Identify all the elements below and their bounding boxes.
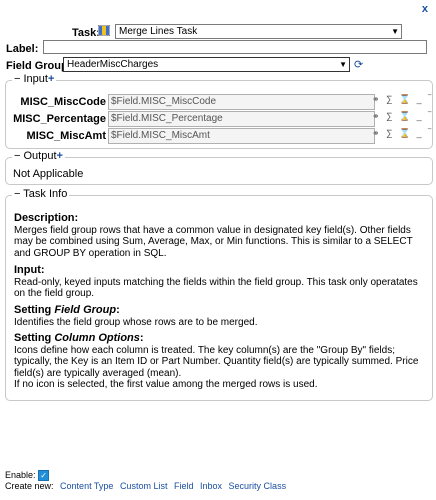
- input-info-block: Input: Read-only, keyed inputs matching …: [14, 264, 424, 300]
- output-section-legend: − Output+: [12, 150, 65, 162]
- create-content-type-link[interactable]: Content Type: [60, 481, 113, 491]
- collapse-icon[interactable]: −: [14, 188, 20, 200]
- description-block: Description: Merges field group rows tha…: [14, 212, 424, 259]
- input-section-legend: − Input+: [12, 73, 57, 85]
- column-options-info-heading: Setting Column Options:: [14, 332, 144, 344]
- task-icon: [97, 24, 111, 37]
- task-label: Task:: [72, 27, 100, 39]
- description-text: Merges field group rows that have a comm…: [14, 224, 413, 259]
- field-group-info-heading: Setting Field Group:: [14, 304, 120, 316]
- label-field-label: Label:: [6, 43, 39, 55]
- output-text: Not Applicable: [13, 168, 84, 180]
- field-group-value: HeaderMiscCharges: [67, 59, 159, 70]
- input-row-value[interactable]: $Field.MISC_MiscAmt: [108, 128, 375, 144]
- column-option-icons[interactable]: ⚭ ∑ ⌛ _ ‾: [372, 128, 433, 139]
- description-heading: Description:: [14, 212, 79, 224]
- task-info-title: Task Info: [23, 188, 68, 200]
- column-option-icons[interactable]: ⚭ ∑ ⌛ _ ‾: [372, 111, 433, 122]
- input-row-label: MISC_MiscCode: [20, 96, 106, 108]
- label-input[interactable]: [43, 40, 427, 54]
- add-output-icon[interactable]: +: [57, 150, 63, 162]
- add-input-icon[interactable]: +: [48, 73, 54, 85]
- collapse-icon[interactable]: −: [14, 73, 20, 85]
- field-group-info-text: Identifies the field group whose rows ar…: [14, 316, 258, 328]
- field-group-info-block: Setting Field Group: Identifies the fiel…: [14, 304, 424, 328]
- collapse-icon[interactable]: −: [14, 150, 20, 162]
- chevron-down-icon: ▼: [391, 27, 399, 36]
- column-option-icons[interactable]: ⚭ ∑ ⌛ _ ‾: [372, 94, 433, 105]
- task-select[interactable]: Merge Lines Task ▼: [115, 24, 402, 39]
- field-group-select[interactable]: HeaderMiscCharges ▼: [63, 57, 350, 72]
- create-custom-list-link[interactable]: Custom List: [120, 481, 168, 491]
- output-section-title: Output: [23, 150, 57, 162]
- column-options-info-block: Setting Column Options: Icons define how…: [14, 332, 424, 391]
- task-select-value: Merge Lines Task: [119, 26, 198, 37]
- input-row-value[interactable]: $Field.MISC_MiscCode: [108, 94, 375, 110]
- create-new-row: Create new: Content Type Custom List Fie…: [5, 481, 286, 491]
- input-row-value[interactable]: $Field.MISC_Percentage: [108, 111, 375, 127]
- enable-row: Enable: ✓: [5, 470, 50, 482]
- close-icon[interactable]: x: [422, 3, 428, 15]
- column-options-info-text: Icons define how each column is treated.…: [14, 344, 419, 379]
- enable-checkbox[interactable]: ✓: [38, 470, 50, 482]
- task-info-legend: − Task Info: [12, 188, 70, 200]
- input-section-title: Input: [23, 73, 48, 85]
- refresh-icon[interactable]: ⟳: [354, 58, 363, 71]
- create-inbox-link[interactable]: Inbox: [200, 481, 222, 491]
- field-group-label: Field Group: [6, 60, 68, 72]
- enable-label: Enable:: [5, 470, 36, 480]
- create-new-label: Create new:: [5, 481, 54, 491]
- chevron-down-icon: ▼: [339, 60, 347, 69]
- column-options-info-text-2: If no icon is selected, the first value …: [14, 379, 318, 391]
- input-info-heading: Input:: [14, 264, 45, 276]
- input-row-label: MISC_Percentage: [13, 113, 106, 125]
- create-security-class-link[interactable]: Security Class: [229, 481, 287, 491]
- input-info-text: Read-only, keyed inputs matching the fie…: [14, 276, 418, 300]
- create-field-link[interactable]: Field: [174, 481, 194, 491]
- input-row-label: MISC_MiscAmt: [26, 130, 106, 142]
